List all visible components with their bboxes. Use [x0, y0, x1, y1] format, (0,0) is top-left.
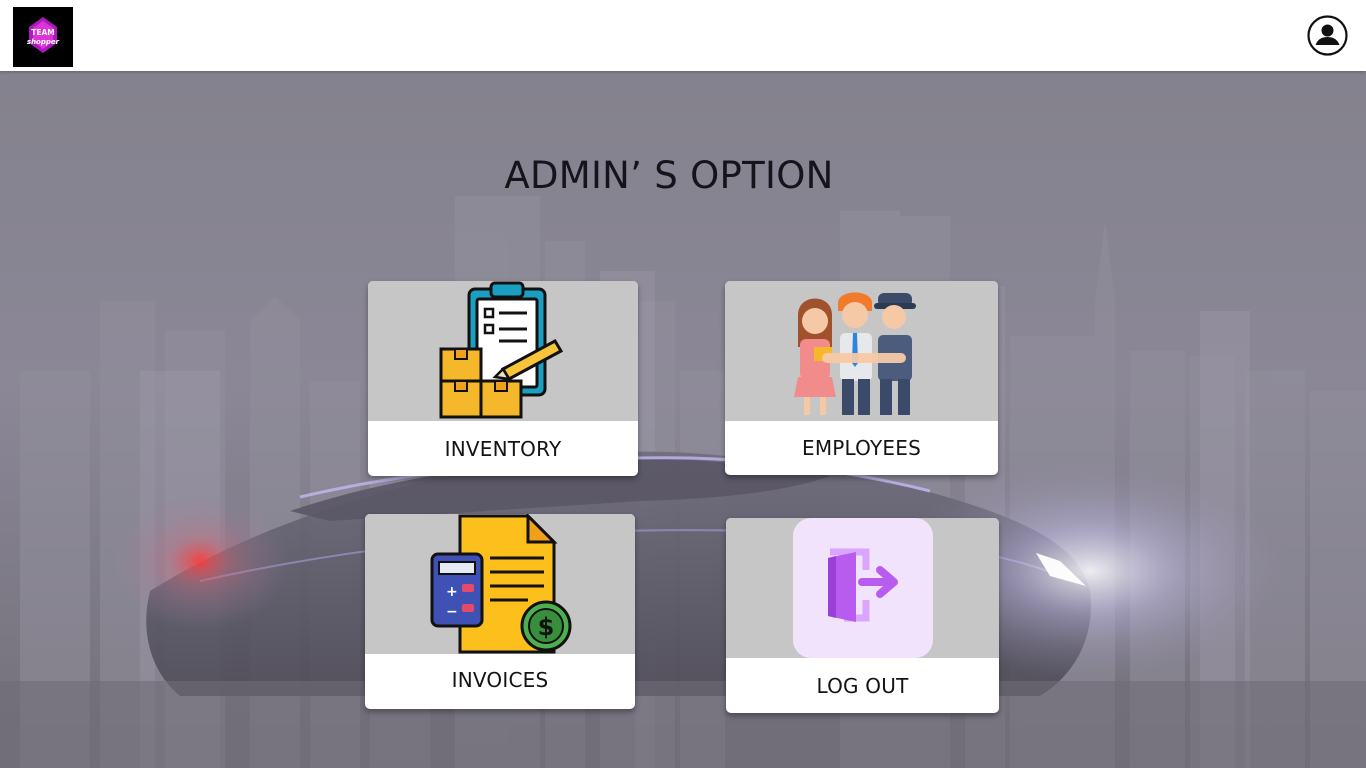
logout-art	[726, 518, 999, 658]
svg-text:−: −	[446, 604, 458, 620]
logout-label: LOG OUT	[816, 673, 909, 698]
employees-option-card[interactable]: EMPLOYEES	[725, 281, 998, 475]
inventory-option-card[interactable]: INVENTORY	[368, 281, 638, 476]
invoices-art: + − $	[365, 514, 635, 654]
exit-door-icon	[792, 518, 933, 658]
logo-text-top: TEAM	[31, 28, 55, 37]
inventory-art	[368, 281, 638, 421]
invoices-option-card[interactable]: + − $ INVOICES	[365, 514, 635, 709]
invoice-calculator-icon: + − $	[430, 514, 572, 654]
svg-text:$: $	[538, 613, 555, 641]
team-people-icon	[793, 292, 916, 415]
logout-option-card[interactable]: LOG OUT	[726, 518, 999, 713]
clipboard-boxes-icon	[439, 281, 564, 419]
user-circle-icon	[1307, 15, 1348, 56]
svg-text:+: +	[446, 584, 458, 600]
employees-art	[725, 281, 998, 421]
page-title: ADMIN’ S OPTION	[504, 154, 834, 197]
inventory-label: INVENTORY	[444, 436, 562, 461]
profile-button[interactable]	[1307, 15, 1348, 56]
top-navbar: TEAM shopper	[0, 0, 1366, 71]
logo-graphic: TEAM shopper	[13, 7, 73, 67]
employees-label: EMPLOYEES	[801, 436, 922, 460]
logo-text-bottom: shopper	[27, 38, 60, 46]
team-shopper-logo[interactable]: TEAM shopper	[13, 7, 73, 67]
invoices-label: INVOICES	[451, 667, 549, 692]
